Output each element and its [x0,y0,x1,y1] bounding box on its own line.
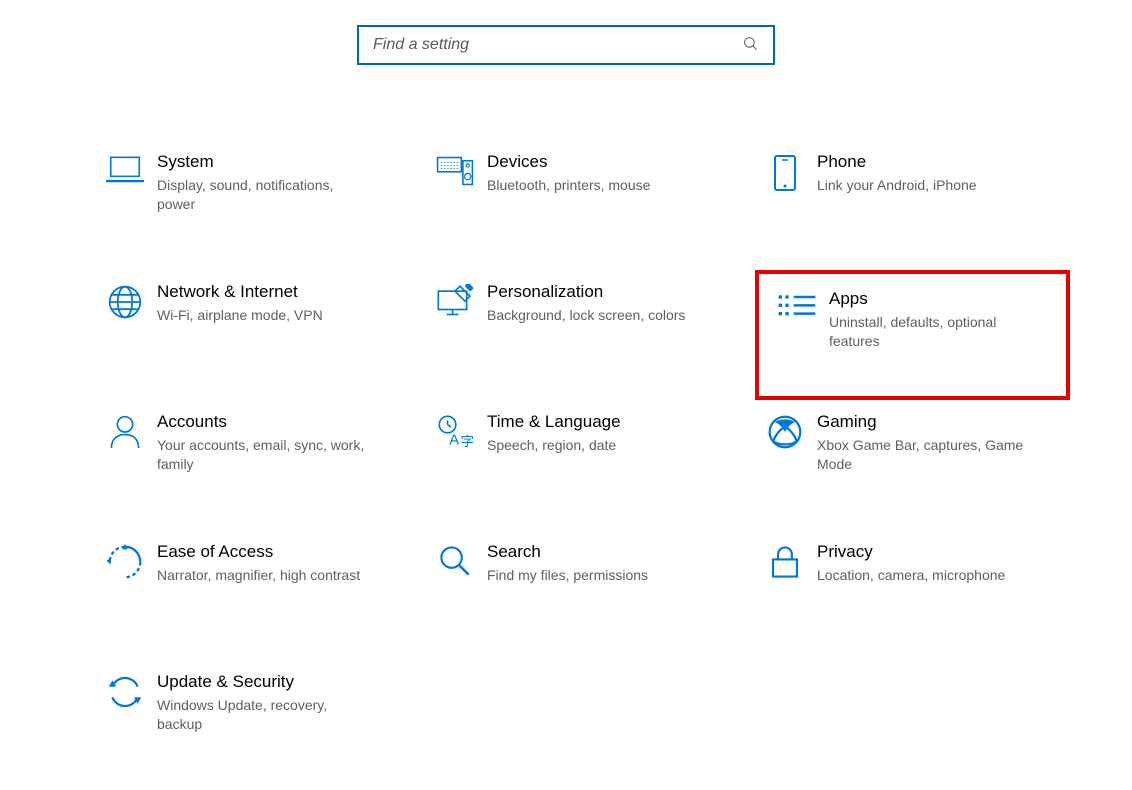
tile-desc: Background, lock screen, colors [487,306,697,325]
laptop-icon [95,152,155,186]
xbox-icon [755,412,815,450]
monitor-brush-icon [425,282,485,320]
tile-title: System [157,152,402,172]
tile-privacy[interactable]: Privacy Location, camera, microphone [755,530,1070,660]
globe-icon [95,282,155,320]
tile-desc: Speech, region, date [487,436,697,455]
tile-phone[interactable]: Phone Link your Android, iPhone [755,140,1070,270]
tile-desc: Location, camera, microphone [817,566,1027,585]
tile-desc: Link your Android, iPhone [817,176,1027,195]
tile-title: Personalization [487,282,732,302]
search-box[interactable] [357,25,775,65]
tile-title: Privacy [817,542,1062,562]
tile-search[interactable]: Search Find my files, permissions [425,530,740,660]
tile-accounts[interactable]: Accounts Your accounts, email, sync, wor… [95,400,410,530]
ease-access-icon [95,542,155,580]
search-input[interactable] [371,35,743,55]
apps-list-icon [767,289,827,323]
tile-personalization[interactable]: Personalization Background, lock screen,… [425,270,740,400]
tile-apps[interactable]: Apps Uninstall, defaults, optional featu… [755,270,1070,400]
tile-title: Devices [487,152,732,172]
tile-title: Time & Language [487,412,732,432]
tile-desc: Windows Update, recovery, backup [157,696,367,734]
tile-update-security[interactable]: Update & Security Windows Update, recove… [95,660,410,790]
settings-tiles-grid: System Display, sound, notifications, po… [95,140,1070,790]
tile-desc: Find my files, permissions [487,566,697,585]
tile-ease-of-access[interactable]: Ease of Access Narrator, magnifier, high… [95,530,410,660]
tile-title: Network & Internet [157,282,402,302]
tile-system[interactable]: System Display, sound, notifications, po… [95,140,410,270]
tile-title: Gaming [817,412,1062,432]
tile-desc: Bluetooth, printers, mouse [487,176,697,195]
tile-desc: Your accounts, email, sync, work, family [157,436,367,474]
tile-desc: Display, sound, notifications, power [157,176,367,214]
tile-title: Update & Security [157,672,402,692]
tile-time-language[interactable]: A 字 Time & Language Speech, region, date [425,400,740,530]
tile-gaming[interactable]: Gaming Xbox Game Bar, captures, Game Mod… [755,400,1070,530]
tile-desc: Uninstall, defaults, optional features [829,313,1039,351]
tile-title: Apps [829,289,1058,309]
tile-title: Ease of Access [157,542,402,562]
tile-network[interactable]: Network & Internet Wi-Fi, airplane mode,… [95,270,410,400]
tile-desc: Narrator, magnifier, high contrast [157,566,367,585]
magnifier-icon [425,542,485,578]
search-icon [743,36,761,54]
tile-desc: Xbox Game Bar, captures, Game Mode [817,436,1027,474]
phone-icon [755,152,815,192]
tile-title: Accounts [157,412,402,432]
tile-devices[interactable]: Devices Bluetooth, printers, mouse [425,140,740,270]
sync-arrows-icon [95,672,155,710]
tile-desc: Wi-Fi, airplane mode, VPN [157,306,367,325]
person-icon [95,412,155,450]
svg-text:字: 字 [461,434,474,449]
keyboard-speaker-icon [425,152,485,188]
tile-title: Search [487,542,732,562]
clock-language-icon: A 字 [425,412,485,450]
svg-text:A: A [449,432,459,448]
tile-title: Phone [817,152,1062,172]
lock-icon [755,542,815,580]
